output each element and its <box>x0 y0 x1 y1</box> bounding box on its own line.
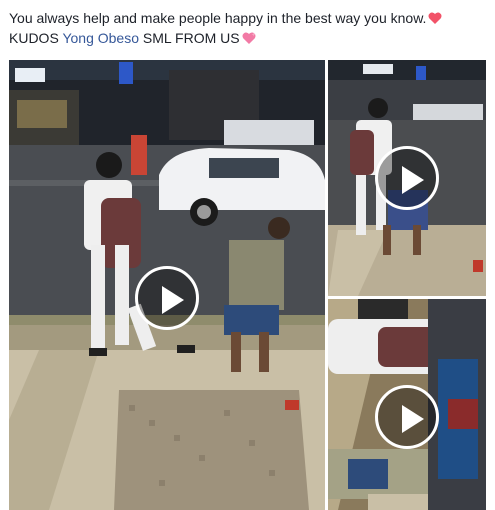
caption-suffix: SML FROM US <box>139 30 240 46</box>
post-caption: You always help and make people happy in… <box>9 8 487 48</box>
caption-text-1: You always help and make people happy in… <box>9 10 427 26</box>
video-top-right[interactable] <box>328 60 486 296</box>
caption-line-1: You always help and make people happy in… <box>9 8 487 28</box>
mention-link[interactable]: Yong Obeso <box>62 30 139 46</box>
caption-line-2: KUDOS Yong Obeso SML FROM US <box>9 28 487 48</box>
red-heart-icon <box>428 12 442 24</box>
video-bottom-right[interactable] <box>328 299 486 510</box>
play-icon[interactable] <box>375 385 439 449</box>
sparkling-heart-icon <box>242 32 256 44</box>
caption-prefix: KUDOS <box>9 30 63 46</box>
play-icon[interactable] <box>135 266 199 330</box>
video-main[interactable] <box>9 60 325 510</box>
play-icon[interactable] <box>375 146 439 210</box>
